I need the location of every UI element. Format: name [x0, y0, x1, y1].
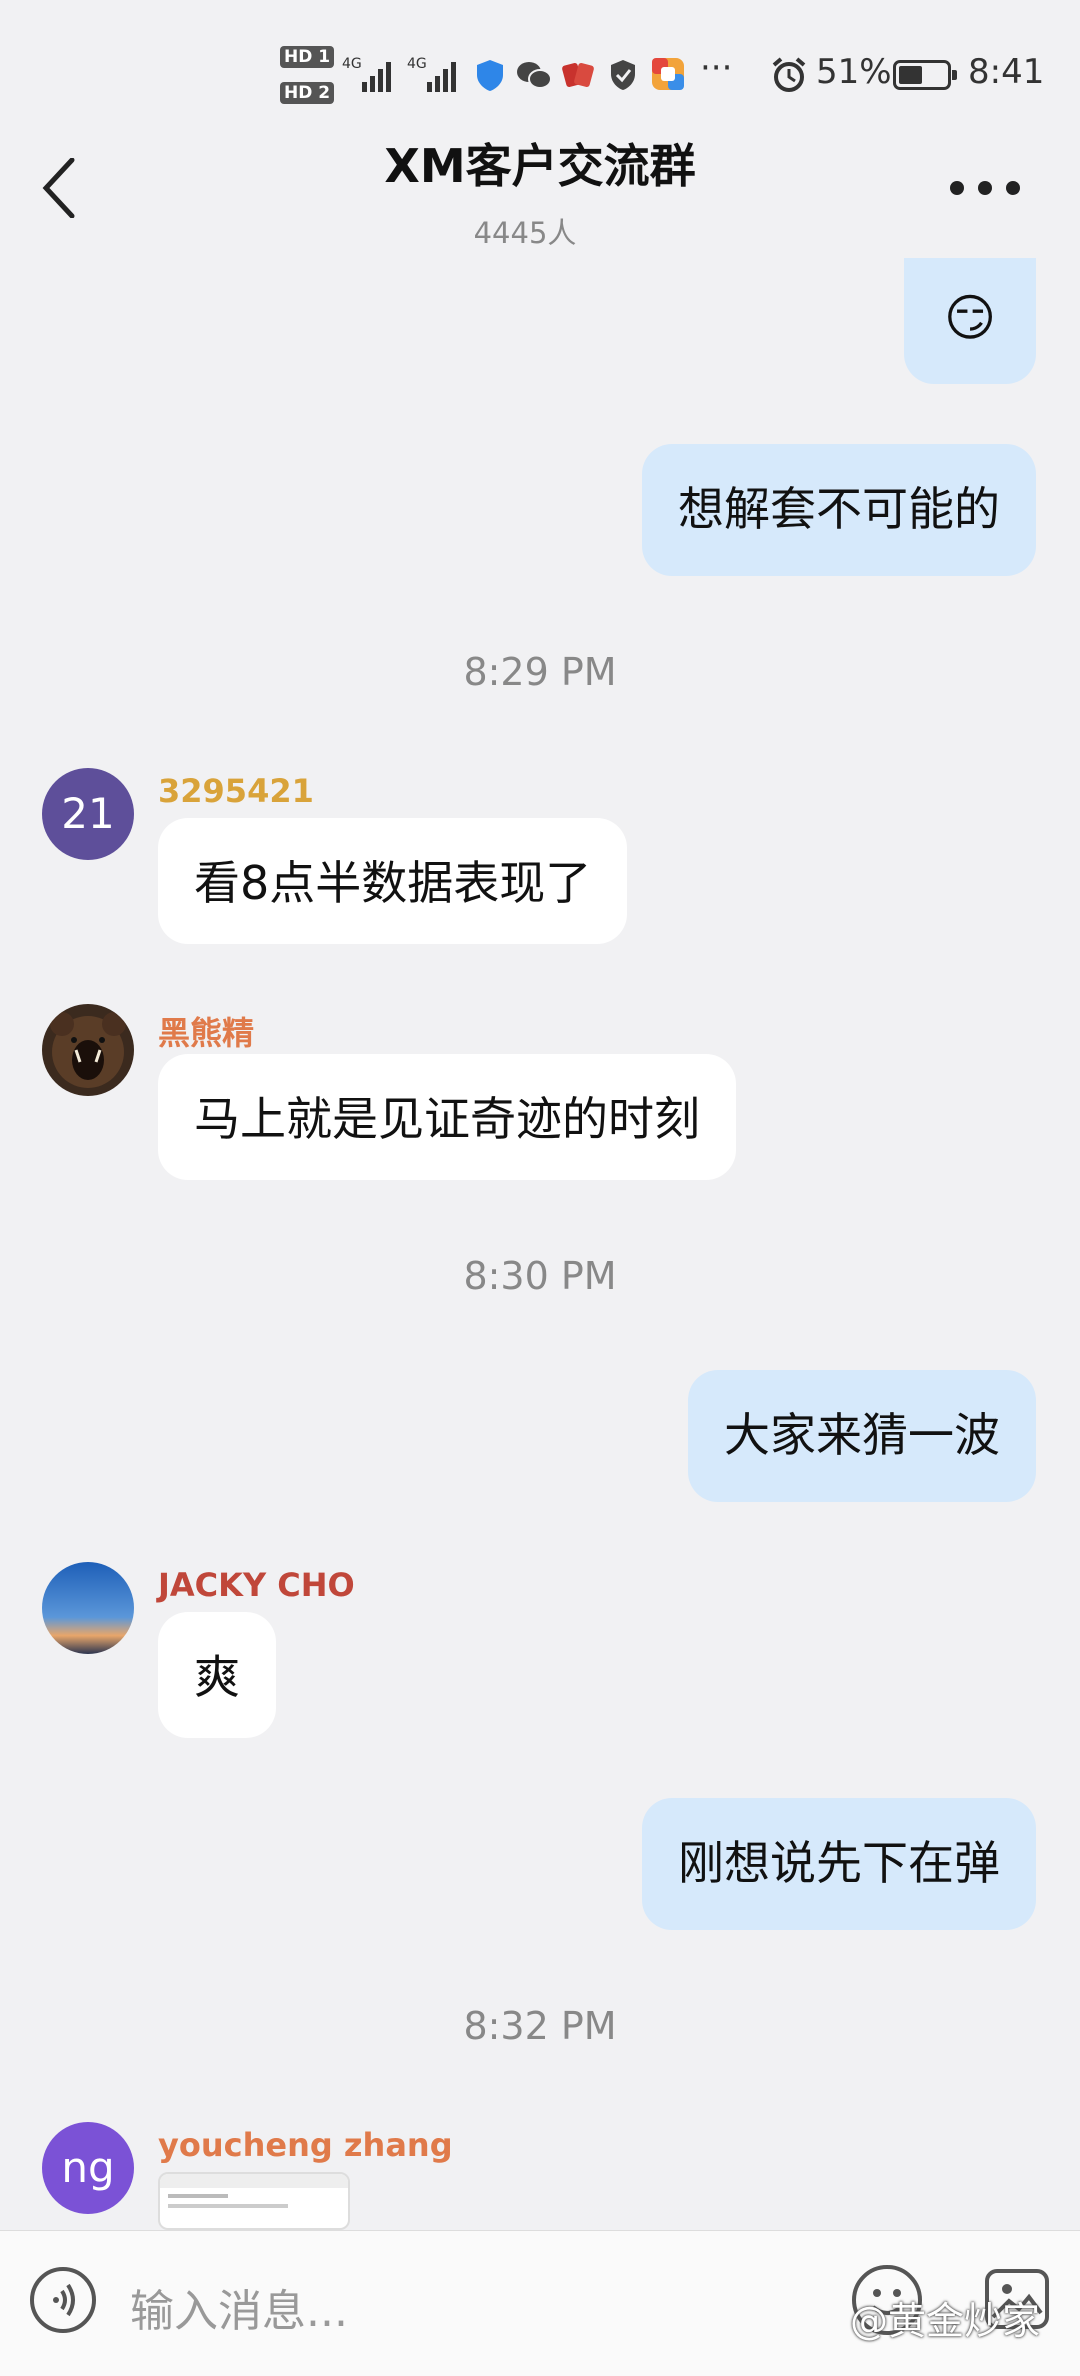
sender-name[interactable]: 黑熊精 [158, 1008, 254, 1054]
timestamp: 8:30 PM [463, 1254, 617, 1298]
battery-icon [893, 60, 957, 90]
message-bubble-outgoing[interactable]: 大家来猜一波 [688, 1370, 1036, 1502]
bear-avatar[interactable] [42, 1004, 134, 1096]
signal-sim1-icon: 4G [342, 56, 391, 92]
avatar[interactable]: ng [42, 2122, 134, 2214]
timestamp: 8:29 PM [463, 650, 617, 694]
status-bar: HD 1 HD 2 4G 4G ··· 51% 8:41 [0, 0, 1080, 140]
sky-avatar[interactable] [42, 1562, 134, 1654]
sender-name[interactable]: JACKY CHO [158, 1566, 355, 1604]
more-notifications-icon: ··· [700, 48, 733, 88]
hd-sim2-badge: HD 2 [280, 82, 335, 104]
clock: 8:41 [968, 52, 1045, 92]
voice-input-icon[interactable] [30, 2267, 96, 2333]
svg-text:4G: 4G [407, 56, 427, 72]
message-input[interactable]: 输入消息... [130, 2275, 348, 2339]
shield-icon [477, 60, 503, 91]
member-count[interactable]: 4445人 [0, 210, 1050, 252]
more-options-icon[interactable] [950, 176, 1020, 200]
hd-sim1-badge: HD 1 [280, 46, 335, 68]
battery-percent: 51% [816, 52, 892, 92]
svg-text:4G: 4G [342, 56, 362, 72]
sender-name[interactable]: 3295421 [158, 772, 314, 810]
security-icon [611, 60, 635, 90]
signal-sim2-icon: 4G [407, 56, 456, 92]
alarm-icon [772, 57, 806, 92]
sender-name[interactable]: youcheng zhang [158, 2126, 453, 2164]
avatar[interactable]: 21 [42, 768, 134, 860]
colorful-app-icon [652, 58, 684, 90]
message-bubble-outgoing[interactable]: 想解套不可能的 [642, 444, 1036, 576]
wechat-icon [517, 62, 552, 89]
message-bubble-outgoing[interactable]: 😏 [904, 258, 1036, 384]
cards-app-icon [562, 62, 594, 88]
group-title: XM客户交流群 [384, 139, 696, 193]
message-bubble-outgoing[interactable]: 刚想说先下在弹 [642, 1798, 1036, 1930]
timestamp: 8:32 PM [463, 2004, 617, 2048]
watermark: @黄金炒家 [850, 2299, 1041, 2343]
message-bubble-incoming[interactable]: 马上就是见证奇迹的时刻 [158, 1054, 736, 1180]
message-bubble-incoming[interactable]: 爽 [158, 1612, 276, 1738]
message-bubble-incoming[interactable]: 看8点半数据表现了 [158, 818, 628, 944]
image-message-thumbnail[interactable] [158, 2172, 350, 2230]
